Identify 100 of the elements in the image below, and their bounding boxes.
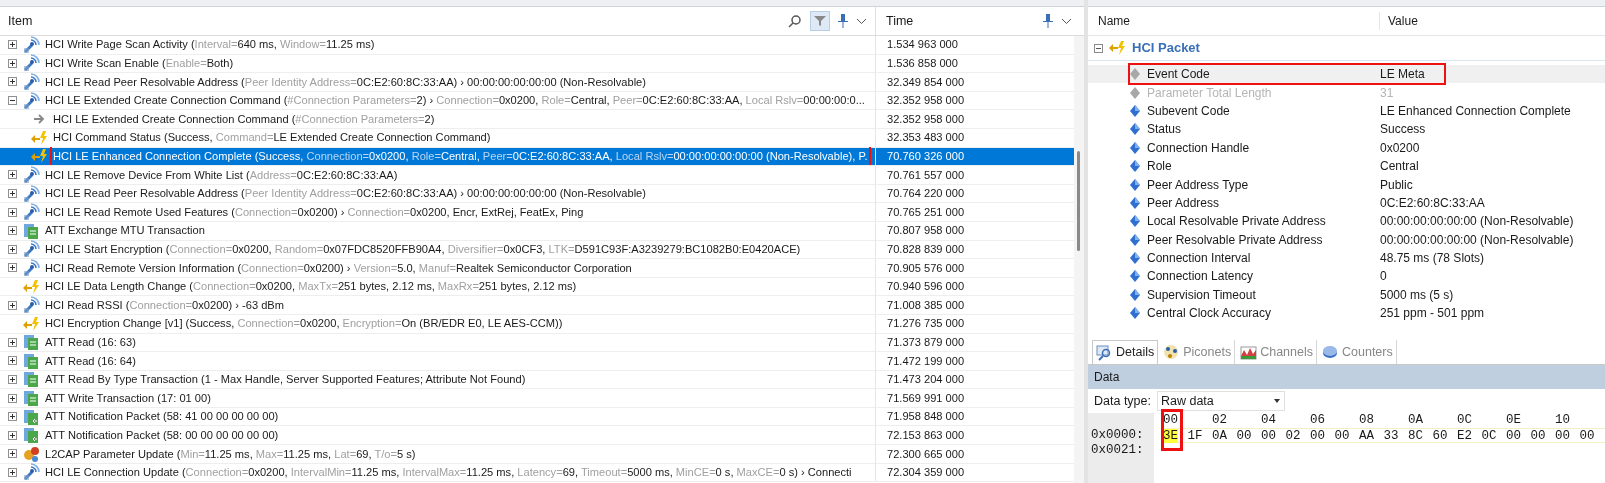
list-row[interactable]: ATT Read By Type Transaction (1 - Max Handle, Server Supported Features; Attribute Not Found) 71.473 204 000	[0, 370, 1074, 390]
panel-title: Data	[1094, 369, 1120, 386]
field-name: Connection Latency	[1147, 268, 1255, 286]
event-text: HCI LE Read Peer Resolvable Address (Peer Identity Address=0C:E2:60:8C:33:AA) › 00:00:00:00:00:00 (Non-Resolvable)	[45, 74, 646, 90]
expand-toggle[interactable]	[8, 170, 17, 180]
column-header[interactable]: Value	[1380, 12, 1418, 30]
list-row[interactable]: HCI LE Connection Update (Connection=0x0200, IntervalMin=11.25 ms, IntervalMax=11.25 ms, Latency=69, Timeout=5000 ms, MinCE=0 s, MaxCE=0 s) › Connecti 72.304 359 000	[0, 463, 1074, 483]
tab[interactable]: Piconets	[1160, 340, 1236, 364]
property-row[interactable]: Peer Address Type Public	[1088, 175, 1605, 194]
field-name: Connection Interval	[1147, 250, 1252, 268]
list-row[interactable]: HCI LE Data Length Change (Connection=0x0200, MaxTx=251 bytes, 2.12 ms, MaxRx=251 bytes, 2.12 ms) 70.940 596 000	[0, 277, 1074, 297]
list-row[interactable]: HCI Read Remote Version Information (Connection=0x0200) › Version=5.0, Manuf=Realtek Semiconductor Corporation 70.905 576 000	[0, 259, 1074, 278]
list-row[interactable]: HCI LE Start Encryption (Connection=0x0200, Random=0x07FDC8520FFB90A4, Diversifier=0x0CF3, LTK=D591C93F:A3239279:BC1082B0:E0420ACE) 70.828 839 000	[0, 240, 1074, 260]
list-row[interactable]: HCI LE Remove Device From White List (Address=0C:E2:60:8C:33:AA) 70.761 557 000	[0, 166, 1074, 185]
collapse-toggle[interactable]	[8, 96, 17, 106]
expand-toggle[interactable]	[8, 207, 17, 217]
list-row[interactable]: ATT Read (16: 63) 71.373 879 000	[0, 333, 1074, 353]
chevron-down-icon[interactable]	[1061, 17, 1072, 25]
plus-icon	[10, 209, 15, 215]
expand-toggle[interactable]	[8, 40, 17, 50]
minus-icon	[1096, 47, 1101, 49]
list-row[interactable]: HCI Encryption Change [v1] (Success, Connection=0x0200, Encryption=On (BR/EDR E0, LE AES-CCM)) 71.276 735 000	[0, 314, 1074, 334]
list-row[interactable]: HCI Command Status (Success, Command=LE Extended Create Connection Command) 32.353 483 000	[0, 128, 1074, 148]
hex-byte: 0C	[1481, 429, 1498, 442]
event-text: HCI LE Read Remote Used Features (Connection=0x0200) › Connection=0x0200, Encr, ExtRej, FeatEx, Ping	[45, 204, 584, 220]
list-row[interactable]: HCI LE Read Peer Resolvable Address (Peer Identity Address=0C:E2:60:8C:33:AA) › 00:00:00:00:00:00 (Non-Resolvable) 70.764 220 000	[0, 184, 1074, 204]
expand-toggle[interactable]	[8, 189, 17, 199]
tab[interactable]: Details	[1092, 340, 1159, 364]
hex-byte: 00	[1555, 429, 1571, 442]
expand-toggle[interactable]	[8, 58, 17, 68]
diamond-icon	[1130, 178, 1140, 191]
diamond-icon	[1130, 123, 1140, 136]
collapse-toggle[interactable]	[1094, 43, 1103, 53]
chevron-down-icon[interactable]	[856, 17, 867, 25]
scrollbar-thumb[interactable]	[1077, 151, 1080, 251]
pin-icon[interactable]	[1043, 14, 1053, 28]
time-cell-text: 32.349 854 000	[886, 74, 965, 90]
tab[interactable]: Counters	[1319, 340, 1397, 364]
property-row[interactable]: Status Success	[1088, 120, 1605, 139]
property-row[interactable]: Connection Latency 0	[1088, 267, 1605, 286]
column-header[interactable]: Time	[886, 11, 914, 31]
property-row[interactable]: Supervision Timeout 5000 ms (5 s)	[1088, 285, 1605, 305]
list-row[interactable]: HCI Write Page Scan Activity (Interval=640 ms, Window=11.25 ms) 1.534 963 000	[0, 36, 1074, 55]
list-row[interactable]: ATT Write Transaction (17: 01 00) 71.569 991 000	[0, 389, 1074, 408]
expand-toggle[interactable]	[8, 430, 17, 440]
expand-toggle[interactable]	[8, 226, 17, 236]
property-row[interactable]: Connection Handle 0x0200	[1088, 138, 1605, 157]
annotation-box	[1161, 409, 1183, 451]
data-type-dropdown[interactable]: Raw data	[1157, 391, 1285, 411]
event-text: HCI LE Start Encryption (Connection=0x0200, Random=0x07FDC8520FFB90A4, Diversifier=0x0CF3, LTK=D591C93F:A3239279:BC1082B0:E0420ACE)	[45, 242, 801, 257]
search-icon[interactable]	[788, 14, 802, 28]
selected-row[interactable]: Event Code LE Meta	[1088, 65, 1605, 84]
filter-button[interactable]	[810, 11, 830, 31]
offset-label: 0x0000:	[1091, 428, 1145, 443]
expand-toggle[interactable]	[8, 412, 17, 422]
column-label: 0E	[1506, 413, 1522, 428]
pin-icon[interactable]	[838, 14, 848, 28]
expand-toggle[interactable]	[8, 449, 17, 459]
property-row[interactable]: Connection Interval 48.75 ms (78 Slots)	[1088, 248, 1605, 268]
hex-byte: 00	[1334, 429, 1351, 442]
column-header[interactable]: Name	[1088, 12, 1380, 30]
expand-toggle[interactable]	[8, 263, 17, 273]
event-text: HCI Read RSSI (Connection=0x0200) › -63 dBm	[45, 297, 284, 313]
list-row[interactable]: HCI LE Read Remote Used Features (Connection=0x0200) › Connection=0x0200, Encr, ExtRej, FeatEx, Ping 70.765 251 000	[0, 203, 1074, 222]
diamond-icon	[1130, 288, 1140, 301]
property-row[interactable]: Peer Resolvable Private Address 00:00:00:00:00:00 (Non-Resolvable)	[1088, 230, 1605, 249]
event-text: ATT Notification Packet (58: 00 00 00 00 00 00)	[45, 427, 279, 443]
list-row[interactable]: ATT Notification Packet (58: 41 00 00 00 00 00) 71.958 848 000	[0, 407, 1074, 427]
list-row[interactable]: ATT Read (16: 64) 71.472 199 000	[0, 352, 1074, 371]
event-icon	[22, 277, 40, 296]
list-row[interactable]: HCI Write Scan Enable (Enable=Both) 1.536 858 000	[0, 54, 1074, 74]
expand-toggle[interactable]	[8, 393, 17, 403]
tab[interactable]: Channels	[1237, 340, 1317, 364]
list-row[interactable]: HCI LE Extended Create Connection Command (#Connection Parameters=2) 32.352 958 000	[0, 110, 1074, 129]
event-text: ATT Exchange MTU Transaction	[45, 223, 205, 239]
list-row[interactable]: L2CAP Parameter Update (Min=11.25 ms, Max=11.25 ms, Lat=69, T/o=5 s) 72.300 665 000	[0, 445, 1074, 464]
expand-toggle[interactable]	[8, 356, 17, 366]
property-row[interactable]: Central Clock Accuracy 251 ppm - 501 ppm	[1088, 304, 1605, 323]
list-row[interactable]: HCI LE Extended Create Connection Command (#Connection Parameters=2) › Connection=0x0200, Role=Central, Peer=0C:E2:60:8C:33:AA, Local Rslv=00:00:00:0... 32.352 958 000	[0, 91, 1074, 111]
expand-toggle[interactable]	[8, 300, 17, 310]
expand-toggle[interactable]	[8, 337, 17, 347]
expand-toggle[interactable]	[8, 375, 17, 384]
expand-toggle[interactable]	[8, 244, 17, 254]
property-row[interactable]: Role Central	[1088, 156, 1605, 176]
list-row[interactable]: HCI LE Read Peer Resolvable Address (Peer Identity Address=0C:E2:60:8C:33:AA) › 00:00:00:00:00:00 (Non-Resolvable) 32.349 854 000	[0, 73, 1074, 92]
list-row[interactable]: ATT Exchange MTU Transaction 70.807 958 000	[0, 221, 1074, 241]
expand-toggle[interactable]	[8, 467, 17, 477]
list-row[interactable]: HCI Read RSSI (Connection=0x0200) › -63 dBm 71.008 385 000	[0, 296, 1074, 315]
hex-byte: 00	[1506, 429, 1522, 442]
list-row[interactable]: ATT Notification Packet (58: 00 00 00 00 00 00) 72.153 863 000	[0, 426, 1074, 446]
diamond-icon	[1130, 196, 1140, 209]
property-row[interactable]: Local Resolvable Private Address 00:00:00:00:00:00 (Non-Resolvable)	[1088, 212, 1605, 231]
column-header[interactable]: Item	[8, 11, 33, 31]
event-icon	[22, 314, 40, 333]
time-cell-text: 72.304 359 000	[886, 465, 965, 481]
event-text: ATT Notification Packet (58: 41 00 00 00 00 00)	[45, 409, 279, 425]
event-text: HCI LE Data Length Change (Connection=0x0200, MaxTx=251 bytes, 2.12 ms, MaxRx=251 bytes, 2.12 ms)	[45, 279, 577, 295]
property-row[interactable]: Subevent Code LE Enhanced Connection Complete	[1088, 101, 1605, 121]
expand-toggle[interactable]	[8, 77, 17, 87]
property-row[interactable]: Peer Address 0C:E2:60:8C:33:AA	[1088, 193, 1605, 213]
